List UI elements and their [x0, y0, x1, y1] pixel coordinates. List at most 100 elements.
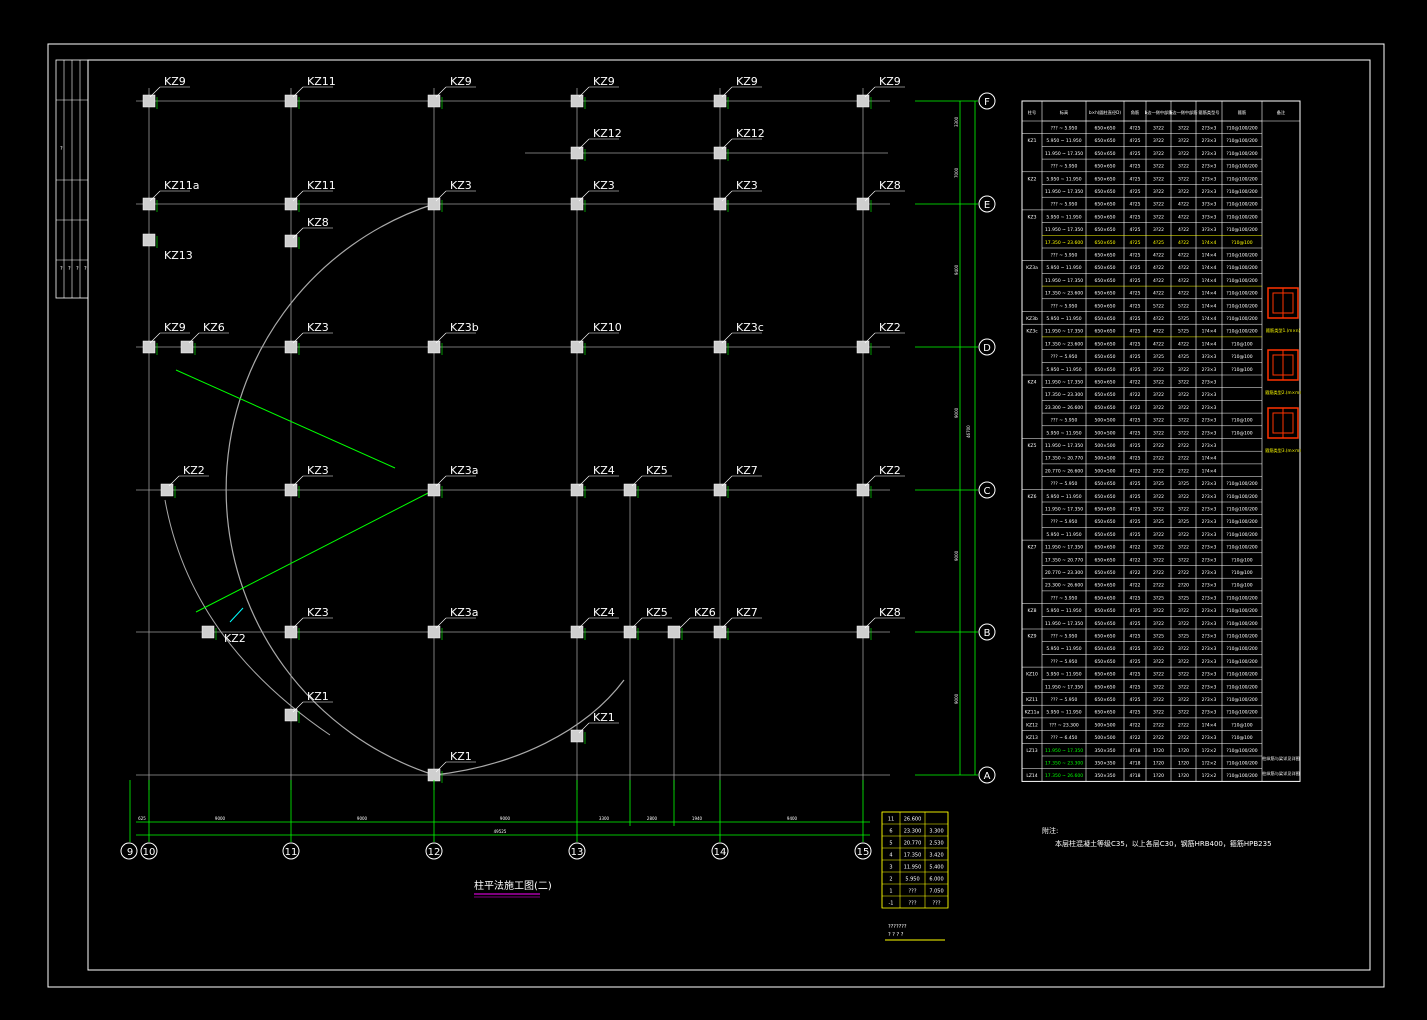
table-cell: 4?22	[1153, 265, 1164, 271]
label-leader	[721, 138, 733, 150]
table-cell: ?10@100	[1231, 583, 1252, 589]
table-cell: 650×650	[1095, 291, 1116, 297]
column-marker	[284, 625, 298, 639]
table-cell: 11.950 ~ 17.350	[1045, 545, 1083, 551]
table-cell: 650×650	[1095, 380, 1116, 386]
table-cell: 350×350	[1095, 761, 1116, 767]
table-cell: 4?25	[1130, 519, 1141, 525]
table-cell: 2?3×3	[1202, 443, 1217, 449]
table-cell: 3?22	[1178, 507, 1189, 513]
label-leader	[578, 475, 590, 487]
column-label: KZ7	[736, 464, 758, 477]
table-cell: 11.950 ~ 17.350	[1045, 748, 1083, 754]
table-cell: 5.950 ~ 11.950	[1046, 532, 1081, 538]
column-label: KZ6	[694, 606, 716, 619]
table-cell: ??? ~ 5.950	[1051, 126, 1078, 132]
table-cell: 3?22	[1178, 545, 1189, 551]
table-cell: 2?3×3	[1202, 684, 1217, 690]
table-cell: ??? ~ 5.950	[1051, 164, 1078, 170]
column-marker	[284, 197, 298, 211]
axis-label: D	[983, 343, 991, 354]
table-cell: 4?22	[1130, 735, 1141, 741]
table-cell: 4?25	[1130, 354, 1141, 360]
column-label: KZ3	[450, 179, 472, 192]
table-cell: 20.770 ~ 26.600	[1045, 468, 1083, 474]
table-cell: 17.350 ~ 23.600	[1045, 341, 1083, 347]
bottom-dim-text: 1940	[692, 816, 703, 821]
table-cell: KZ3	[1028, 214, 1037, 220]
table-cell: 2?22	[1178, 570, 1189, 576]
axis-label: C	[984, 486, 991, 497]
table-cell: 4?25	[1130, 189, 1141, 195]
table-cell: 650×650	[1095, 164, 1116, 170]
column-label: KZ4	[593, 464, 615, 477]
column-label: KZ4	[593, 606, 615, 619]
table-cell: ?10@100/200	[1226, 545, 1257, 551]
table-cell: 2?3×3	[1202, 405, 1217, 411]
table-cell: 17.350 ~ 23.600	[1045, 240, 1083, 246]
table-cell: ?10@100	[1231, 240, 1252, 246]
label-leader	[864, 332, 876, 344]
table-cell: 1?4×4	[1202, 278, 1217, 284]
table-cell: 4?25	[1130, 367, 1141, 373]
table-cell: 3?25	[1153, 354, 1164, 360]
table-cell: ?10@100	[1231, 570, 1252, 576]
table-cell: 4?25	[1130, 176, 1141, 182]
table-cell: 3?22	[1178, 684, 1189, 690]
table-cell: 3?3×3	[1202, 227, 1217, 233]
table-cell: 350×350	[1095, 748, 1116, 754]
table-cell: 3?22	[1178, 672, 1189, 678]
column-marker	[284, 483, 298, 497]
table-cell: 4?25	[1130, 697, 1141, 703]
table-cell: ?10@100/200	[1226, 481, 1257, 487]
table-cell: ??? ~ 5.950	[1051, 595, 1078, 601]
column-marker	[623, 483, 637, 497]
table-cell: 4?22	[1178, 214, 1189, 220]
column-marker	[142, 94, 156, 108]
table-cell: 3?22	[1153, 202, 1164, 208]
table-cell: 3?3×3	[1202, 354, 1217, 360]
table-cell: ?10@100	[1231, 430, 1252, 436]
table-cell: 350×350	[1095, 773, 1116, 779]
bottom-dim-text: 9400	[787, 816, 798, 821]
column-label: KZ3	[736, 179, 758, 192]
table-cell: 5.950 ~ 11.950	[1046, 494, 1081, 500]
table-cell: ?10@100/200	[1226, 202, 1257, 208]
radius-line	[195, 489, 435, 613]
table-cell: 4?25	[1130, 227, 1141, 233]
table-cell: 3?3×3	[1202, 214, 1217, 220]
column-marker	[142, 340, 156, 354]
strip-text-3: ?	[68, 266, 71, 272]
table-cell: 4?22	[1130, 583, 1141, 589]
table-cell: 4?25	[1130, 430, 1141, 436]
table-cell: 1?4×4	[1202, 316, 1217, 322]
axis-label: 12	[428, 847, 441, 858]
table-cell: 2?3×3	[1202, 126, 1217, 132]
table-cell: 4?25	[1130, 291, 1141, 297]
column-label: KZ3	[307, 606, 329, 619]
table-cell: 2?20	[1178, 583, 1189, 589]
column-marker	[856, 197, 870, 211]
column-label: KZ12	[736, 127, 765, 140]
label-leader	[721, 617, 733, 629]
table-cell: 2?22	[1153, 722, 1164, 728]
label-leader	[864, 475, 876, 487]
table-cell: 650×650	[1095, 329, 1116, 335]
table-cell: 5.950 ~ 11.950	[1046, 214, 1081, 220]
table-cell: 650×650	[1095, 227, 1116, 233]
section-label: 箍筋类型3.(m×m)	[1265, 447, 1301, 454]
table-cell: 3?22	[1178, 380, 1189, 386]
table-cell: ?10@100/200	[1226, 608, 1257, 614]
table-cell: 3?3×3	[1202, 202, 1217, 208]
table-cell: 2?22	[1153, 735, 1164, 741]
column-label: KZ3a	[450, 464, 479, 477]
table-cell: 11.950 ~ 17.350	[1045, 227, 1083, 233]
table-cell: 3?25	[1153, 481, 1164, 487]
table-cell: 3?22	[1153, 557, 1164, 563]
column-label: KZ6	[203, 321, 225, 334]
table-cell: 3?22	[1153, 532, 1164, 538]
table-cell: 4?25	[1130, 202, 1141, 208]
label-leader	[578, 617, 590, 629]
column-marker	[570, 197, 584, 211]
level-cell: 23.300	[904, 829, 922, 835]
